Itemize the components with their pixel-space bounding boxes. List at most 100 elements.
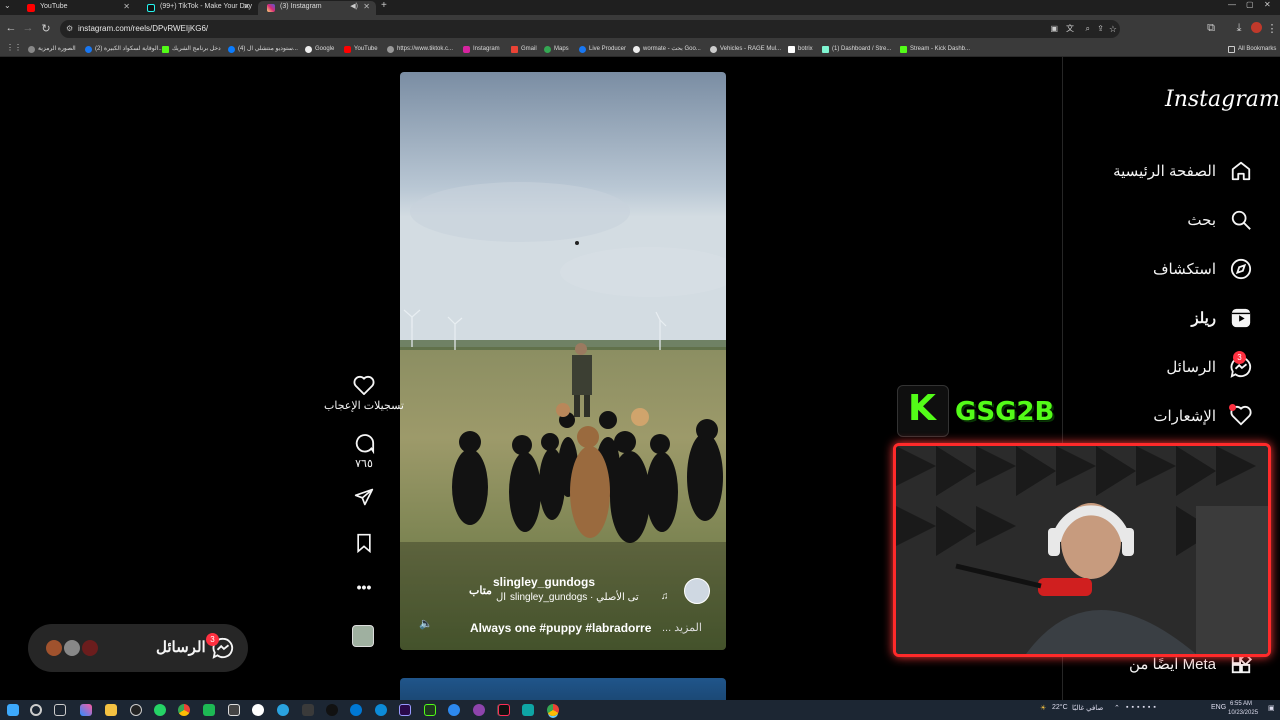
premiere-icon[interactable] xyxy=(399,704,411,716)
task-view-icon[interactable] xyxy=(54,704,66,716)
url-input[interactable]: ⚙ instagram.com/reels/DPvRWEIjKG6/ ▣ 文 ⌕… xyxy=(60,20,1120,38)
apps-grid-icon[interactable]: ⋮⋮ xyxy=(6,43,22,52)
notifications-icon[interactable]: ▣ xyxy=(1268,704,1275,712)
nav-search[interactable]: بحث xyxy=(1187,208,1252,232)
maximize-icon[interactable]: ▢ xyxy=(1246,0,1254,9)
back-icon[interactable]: ← xyxy=(4,22,18,34)
tab-list-icon[interactable]: ⌄ xyxy=(4,1,11,10)
app-icon[interactable] xyxy=(424,704,436,716)
skype-icon[interactable] xyxy=(350,704,362,716)
language-indicator[interactable]: ENG xyxy=(1211,704,1226,711)
nav-reels[interactable]: ريلز xyxy=(1191,306,1252,330)
bookmark-item[interactable]: https://www.tiktok.c... xyxy=(387,44,453,54)
tab-youtube[interactable]: YouTube ✕ xyxy=(18,1,136,15)
app-icon[interactable] xyxy=(302,704,314,716)
extensions-icon[interactable]: ⧉ xyxy=(1204,22,1218,35)
menu-icon[interactable]: ⋮ xyxy=(1265,22,1279,35)
instagram-logo[interactable]: Instagram xyxy=(1165,87,1280,112)
tray-overflow-icon[interactable]: ⌃ xyxy=(1114,704,1120,712)
bookmark-item[interactable]: wormate - بحث Goo... xyxy=(633,44,701,54)
comment-action[interactable]: ٧٦٥ xyxy=(344,432,384,470)
copilot-icon[interactable] xyxy=(80,704,92,716)
reel-video[interactable]: slingley_gundogs متاب ♫ slingley_gundogs… xyxy=(400,72,726,650)
app-icon[interactable] xyxy=(326,704,338,716)
bookmark-item[interactable]: Google xyxy=(305,44,334,54)
obs-icon[interactable] xyxy=(130,704,142,716)
like-action[interactable]: تسجيلات الإعجاب xyxy=(322,375,406,412)
bookmark-item[interactable]: Instagram xyxy=(463,44,500,54)
bookmark-item[interactable]: YouTube xyxy=(344,44,378,54)
forward-icon[interactable]: → xyxy=(21,22,35,34)
explorer-icon[interactable] xyxy=(105,704,117,716)
minimize-icon[interactable]: — xyxy=(1228,0,1236,9)
send-icon[interactable] xyxy=(354,487,374,507)
reel-audio-thumbnail[interactable] xyxy=(352,625,374,647)
install-icon[interactable]: ▣ xyxy=(1050,20,1058,38)
reel-username[interactable]: slingley_gundogs xyxy=(493,575,595,589)
bookmark-item[interactable]: Gmail xyxy=(511,44,537,54)
downloads-icon[interactable]: ⤓ xyxy=(1232,22,1246,35)
app-icon[interactable] xyxy=(473,704,485,716)
clock-date[interactable]: 10/23/2025 xyxy=(1228,710,1258,716)
nav-notifications[interactable]: الإشعارات xyxy=(1153,404,1252,428)
close-window-icon[interactable]: ✕ xyxy=(1264,0,1271,9)
edge-icon[interactable] xyxy=(375,704,387,716)
telegram-icon[interactable] xyxy=(277,704,289,716)
app-icon[interactable] xyxy=(252,704,264,716)
share-action[interactable] xyxy=(353,487,375,510)
bookmark-item[interactable]: Live Producer xyxy=(579,44,626,54)
share-icon[interactable]: ⇪ xyxy=(1097,20,1104,38)
speaker-icon[interactable]: ◀) xyxy=(350,1,358,13)
zoom-icon[interactable]: ⌕ xyxy=(1086,20,1090,38)
bookmark-item[interactable]: botrix xyxy=(788,44,813,54)
app-icon[interactable] xyxy=(228,704,240,716)
follow-button[interactable]: متاب xyxy=(469,584,492,597)
app-icon[interactable] xyxy=(448,704,460,716)
bookmark-item[interactable]: دخل برنامج الشريك xyxy=(162,44,221,54)
all-bookmarks[interactable]: All Bookmarks xyxy=(1228,44,1276,54)
close-icon[interactable]: ✕ xyxy=(243,1,250,13)
reload-icon[interactable]: ↻ xyxy=(39,22,53,35)
translate-icon[interactable]: 文 xyxy=(1066,20,1074,38)
bookmark-item[interactable]: Stream - Kick Dashb... xyxy=(900,44,970,54)
bookmark-item[interactable]: الصورة الرمزية xyxy=(28,44,76,54)
mute-icon[interactable]: 🔈 xyxy=(419,617,433,630)
site-info-icon[interactable]: ⚙ xyxy=(66,20,73,38)
bookmark-item[interactable]: (4) ستوديو منتشلي ال... xyxy=(228,44,298,54)
tab-tiktok[interactable]: (99+) TikTok - Make Your Day ✕ xyxy=(138,1,256,15)
tiktok-icon[interactable] xyxy=(498,704,510,716)
chrome-icon[interactable] xyxy=(547,704,559,716)
tray-icons[interactable]: ▪▪▪▪▪▪ xyxy=(1126,704,1159,711)
caption-more-link[interactable]: ... المزيد xyxy=(662,621,702,634)
weather-temp[interactable]: 22°C xyxy=(1052,704,1068,711)
bookmark-item[interactable]: Maps xyxy=(544,44,569,54)
next-reel-preview[interactable] xyxy=(400,678,726,700)
reel-author-avatar[interactable] xyxy=(684,578,710,604)
heart-icon[interactable] xyxy=(353,375,375,396)
close-icon[interactable]: ✕ xyxy=(363,1,370,13)
app-icon[interactable] xyxy=(203,704,215,716)
close-icon[interactable]: ✕ xyxy=(123,1,130,13)
chrome-icon[interactable] xyxy=(178,704,190,716)
new-tab-button[interactable]: + xyxy=(381,0,387,11)
bookmark-item[interactable]: Vehicles - RAGE Mul... xyxy=(710,44,781,54)
nav-explore[interactable]: استكشاف xyxy=(1153,257,1252,281)
messages-pill[interactable]: الرسائل 3 xyxy=(28,624,248,672)
more-options-icon[interactable]: ••• xyxy=(353,579,375,595)
save-action[interactable] xyxy=(354,533,374,556)
bookmark-icon[interactable] xyxy=(355,533,373,554)
reel-audio[interactable]: slingley_gundogs · تى الأصلي xyxy=(510,592,639,603)
nav-home[interactable]: الصفحة الرئيسية xyxy=(1113,159,1252,183)
app-icon[interactable] xyxy=(522,704,534,716)
whatsapp-icon[interactable] xyxy=(154,704,166,716)
search-icon[interactable] xyxy=(30,704,42,716)
bookmark-star-icon[interactable]: ☆ xyxy=(1109,20,1117,38)
bookmark-item[interactable]: (2) الوقاية لسكواد الكبيرة... xyxy=(85,44,163,54)
start-icon[interactable] xyxy=(7,704,19,716)
nav-messages[interactable]: الرسائل 3 xyxy=(1166,351,1252,379)
tab-instagram[interactable]: (3) Instagram ◀) ✕ xyxy=(258,1,376,15)
profile-avatar[interactable] xyxy=(1251,22,1262,33)
comment-icon[interactable] xyxy=(353,432,375,455)
clock-time[interactable]: 6:55 AM xyxy=(1230,701,1252,707)
bookmark-item[interactable]: (1) Dashboard / Stre... xyxy=(822,44,891,54)
